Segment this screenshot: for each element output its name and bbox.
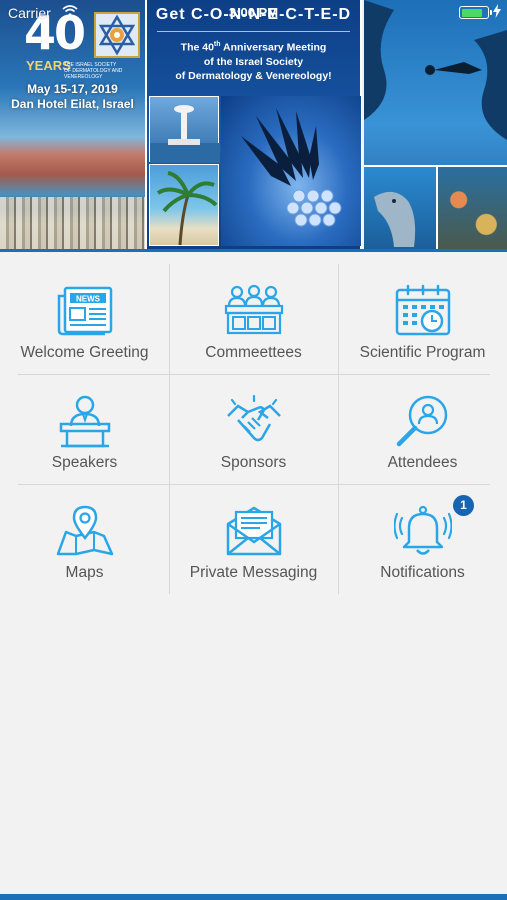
menu-committees[interactable]: Commeettees bbox=[169, 264, 338, 374]
battery-fill bbox=[461, 8, 482, 17]
speaker-icon bbox=[59, 395, 110, 448]
header-banner: 40 YEARS THE ISRAEL SOCIETY OF DERMATOLO… bbox=[0, 0, 507, 249]
menu-notifications[interactable]: Notifications bbox=[338, 484, 507, 594]
menu-row-2: Speakers Sponsors Attendees bbox=[0, 374, 507, 484]
anniv-line3: of Dermatology & Venereology! bbox=[175, 69, 332, 82]
city-image bbox=[0, 197, 145, 249]
menu-label: Commeettees bbox=[205, 344, 302, 361]
committee-icon bbox=[224, 284, 283, 335]
menu-private-messaging[interactable]: Private Messaging bbox=[169, 484, 338, 594]
anniv-line1-rest: Anniversary Meeting bbox=[220, 41, 327, 54]
observatory-image bbox=[149, 96, 220, 163]
menu-grid: NEWS Welcome Greeting Commeettees Scient… bbox=[0, 264, 507, 594]
menu-sponsors[interactable]: Sponsors bbox=[169, 374, 338, 484]
search-person-icon bbox=[396, 395, 447, 447]
menu-label: Welcome Greeting bbox=[20, 344, 149, 361]
bell-icon bbox=[393, 505, 452, 555]
menu-label: Notifications bbox=[380, 564, 465, 581]
dolphin-image bbox=[364, 165, 436, 249]
menu-label: Speakers bbox=[51, 454, 118, 471]
event-dates: May 15-17, 2019 Dan Hotel Eilat, Israel bbox=[0, 82, 145, 112]
news-icon: NEWS bbox=[57, 286, 112, 336]
clock: 3:00 PM bbox=[228, 5, 279, 20]
menu-row-1: NEWS Welcome Greeting Commeettees Scient… bbox=[0, 264, 507, 374]
anniversary-text: The 40th Anniversary Meeting of the Isra… bbox=[147, 38, 360, 83]
anniv-line2: of the Israel Society bbox=[203, 55, 304, 68]
banner-underwater-panel bbox=[364, 0, 507, 249]
dates-text: May 15-17, 2019 bbox=[27, 82, 118, 96]
charging-icon bbox=[493, 4, 501, 21]
bottom-bar bbox=[0, 894, 507, 900]
diver-image bbox=[364, 0, 507, 140]
menu-scientific-program[interactable]: Scientific Program bbox=[338, 264, 507, 374]
headline-divider bbox=[157, 31, 350, 32]
menu-label: Scientific Program bbox=[359, 344, 486, 361]
menu-welcome-greeting[interactable]: NEWS Welcome Greeting bbox=[0, 264, 169, 374]
menu-label: Maps bbox=[65, 564, 104, 581]
menu-label: Attendees bbox=[387, 454, 458, 471]
menu-attendees[interactable]: Attendees bbox=[338, 374, 507, 484]
menu-label: Private Messaging bbox=[189, 564, 318, 581]
logo-society-text: THE ISRAEL SOCIETY OF DERMATOLOGY AND VE… bbox=[64, 62, 123, 80]
banner-connected-panel: Get C-O-N-N-E-C-T-E-D The 40th Anniversa… bbox=[145, 0, 362, 249]
venue-text: Dan Hotel Eilat, Israel bbox=[11, 97, 134, 111]
anniv-sup: th bbox=[213, 41, 221, 48]
menu-label: Sponsors bbox=[220, 454, 287, 471]
banner-eilat-panel: 40 YEARS THE ISRAEL SOCIETY OF DERMATOLO… bbox=[0, 0, 145, 249]
battery-icon bbox=[459, 6, 492, 19]
status-bar: Carrier 3:00 PM bbox=[0, 0, 507, 24]
notifications-badge: 1 bbox=[453, 495, 474, 516]
anniv-line1: The 40 bbox=[180, 41, 214, 54]
calendar-icon bbox=[395, 284, 450, 336]
banner-divider bbox=[0, 249, 507, 252]
menu-speakers[interactable]: Speakers bbox=[0, 374, 169, 484]
palm-beach-image bbox=[149, 164, 219, 246]
coral-reef-image bbox=[436, 165, 507, 249]
handshake-icon bbox=[226, 394, 281, 442]
envelope-icon bbox=[226, 506, 281, 556]
menu-maps[interactable]: Maps bbox=[0, 484, 169, 594]
map-icon bbox=[56, 505, 113, 556]
battery-nub bbox=[490, 10, 492, 15]
svg-text:NEWS: NEWS bbox=[76, 295, 101, 304]
menu-row-3: Maps Private Messaging Notifications bbox=[0, 484, 507, 594]
connected-hand-image bbox=[221, 96, 361, 246]
